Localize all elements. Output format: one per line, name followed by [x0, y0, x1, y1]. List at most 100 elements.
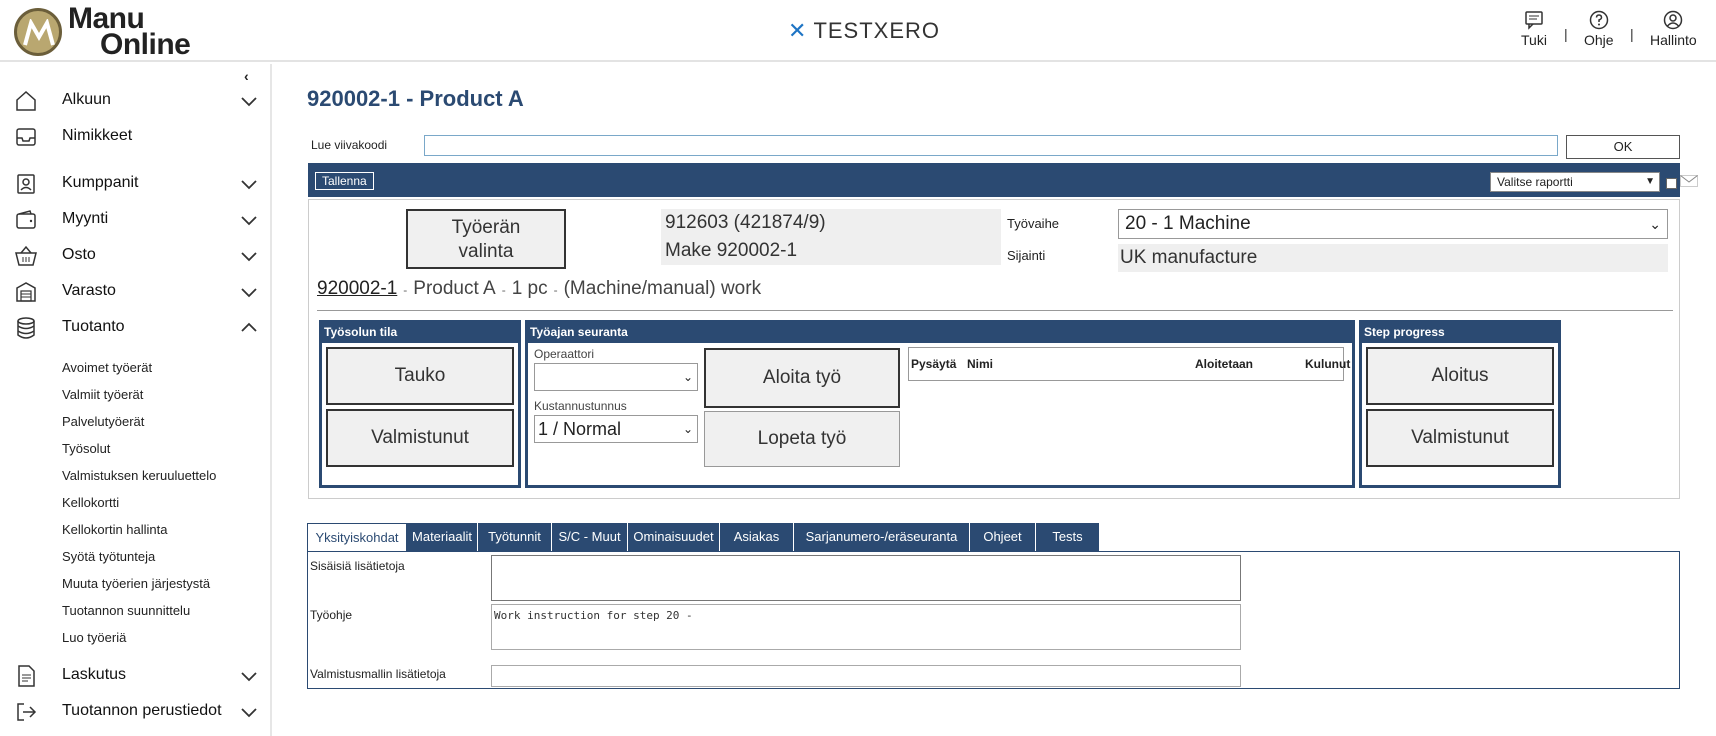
- chat-icon: [1525, 11, 1543, 30]
- sidebar-item-label: Tuotanto: [62, 318, 125, 335]
- email-checkbox[interactable]: [1666, 178, 1677, 189]
- column-header-name: Nimi: [967, 357, 994, 371]
- app-logo[interactable]: Manu Online: [14, 4, 224, 61]
- cell-status-box: Työsolun tila Tauko Valmistunut: [319, 320, 521, 488]
- question-icon: [1589, 10, 1609, 30]
- divider: [317, 310, 1673, 311]
- support-button[interactable]: Tuki: [1521, 10, 1547, 48]
- internal-info-textarea[interactable]: [491, 555, 1241, 601]
- phase-select[interactable]: 20 - 1 Machine ⌄: [1118, 209, 1668, 239]
- step-progress-box: Step progress Aloitus Valmistunut: [1359, 320, 1561, 488]
- sidebar-item-alkuun[interactable]: Alkuun: [0, 84, 272, 118]
- sidebar-item-osto[interactable]: Osto: [0, 239, 272, 273]
- sidebar-subitem-time-card-admin[interactable]: Kellokortin hallinta: [62, 522, 168, 537]
- sidebar-subitem-open-batches[interactable]: Avoimet työerät: [62, 360, 152, 375]
- work-instruction-textarea[interactable]: Work instruction for step 20 -: [491, 604, 1241, 650]
- sidebar-item-varasto[interactable]: Varasto: [0, 275, 272, 309]
- page-title: 920002-1 - Product A: [307, 86, 524, 111]
- toolbar: Tallenna Valitse raportti ▼: [308, 163, 1698, 197]
- chevron-down-icon: ⌄: [682, 422, 693, 436]
- make-reference: Make 920002-1: [661, 237, 1001, 265]
- model-info-field[interactable]: [491, 665, 1241, 687]
- pause-button[interactable]: Tauko: [326, 347, 514, 405]
- home-icon: [16, 90, 36, 111]
- tab-details[interactable]: Yksityiskohdat: [307, 523, 407, 551]
- chevron-down-icon[interactable]: [240, 175, 258, 193]
- sidebar-subitem-enter-hours[interactable]: Syötä työtunteja: [62, 549, 155, 564]
- tab-customer[interactable]: Asiakas: [720, 523, 794, 551]
- sidebar-item-kumppanit[interactable]: Kumppanit: [0, 167, 272, 201]
- operator-label: Operaattori: [534, 347, 595, 361]
- operator-select[interactable]: ⌄: [534, 363, 698, 391]
- chevron-down-icon[interactable]: [240, 703, 258, 721]
- sidebar-item-label: Nimikkeet: [62, 127, 133, 144]
- model-info-label: Valmistusmallin lisätietoja: [310, 667, 446, 681]
- sidebar-subitem-picking-list[interactable]: Valmistuksen keruuluettelo: [62, 468, 216, 483]
- sidebar: ‹ Alkuun Nimikkeet Kumppanit Myynti Osto…: [0, 64, 272, 736]
- order-reference: 912603 (421874/9): [661, 209, 1001, 237]
- tab-tests[interactable]: Tests: [1036, 523, 1100, 551]
- report-select[interactable]: Valitse raportti ▼: [1490, 172, 1660, 192]
- tab-serial-tracking[interactable]: Sarjanumero-/eräseuranta: [794, 523, 970, 551]
- sidebar-item-label: Osto: [62, 246, 96, 263]
- chevron-down-icon[interactable]: [240, 667, 258, 685]
- sidebar-subitem-service-batches[interactable]: Palvelutyöerät: [62, 414, 144, 429]
- chevron-down-icon[interactable]: [240, 211, 258, 229]
- tab-sc-other[interactable]: S/C - Muut: [552, 523, 628, 551]
- cost-code-select[interactable]: 1 / Normal ⌄: [534, 415, 698, 443]
- stop-work-button[interactable]: Lopeta työ: [704, 411, 900, 467]
- help-button[interactable]: Ohje: [1584, 10, 1614, 48]
- collapse-sidebar-icon[interactable]: ‹: [244, 68, 249, 84]
- inbox-icon: [16, 128, 36, 146]
- logo-line2: Online: [100, 28, 191, 61]
- sidebar-subitem-time-card[interactable]: Kellokortti: [62, 495, 119, 510]
- cell-status-title: Työsolun tila: [324, 325, 398, 339]
- sidebar-item-laskutus[interactable]: Laskutus: [0, 659, 272, 693]
- sidebar-item-nimikkeet[interactable]: Nimikkeet: [0, 120, 272, 154]
- main-content: 920002-1 - Product A Lue viivakoodi OK T…: [272, 64, 1716, 736]
- cell-done-button[interactable]: Valmistunut: [326, 409, 514, 467]
- sidebar-subitem-reorder-batches[interactable]: Muuta työerien järjestystä: [62, 576, 210, 591]
- user-icon: [1664, 10, 1683, 30]
- work-type: (Machine/manual) work: [563, 278, 762, 299]
- admin-button[interactable]: Hallinto: [1650, 10, 1697, 48]
- batch-select-button[interactable]: Työerän valinta: [406, 209, 566, 269]
- sidebar-item-label: Laskutus: [62, 666, 127, 683]
- chevron-down-icon[interactable]: [240, 92, 258, 110]
- tab-instructions[interactable]: Ohjeet: [970, 523, 1036, 551]
- tab-properties[interactable]: Ominaisuudet: [628, 523, 720, 551]
- step-done-button[interactable]: Valmistunut: [1366, 409, 1554, 467]
- work-code-link[interactable]: 920002-1: [317, 278, 397, 299]
- step-progress-title: Step progress: [1364, 325, 1445, 339]
- barcode-input[interactable]: [424, 135, 1558, 156]
- sidebar-item-tuotanto[interactable]: Tuotanto: [0, 311, 272, 345]
- sign-in-icon: [17, 703, 37, 721]
- contact-card-icon: [17, 174, 35, 194]
- sidebar-item-myynti[interactable]: Myynti: [0, 203, 272, 237]
- work-product: Product A: [413, 278, 496, 299]
- tab-work-hours[interactable]: Työtunnit: [478, 523, 552, 551]
- sidebar-subitem-create-batches[interactable]: Luo työeriä: [62, 630, 126, 645]
- chevron-down-icon[interactable]: [240, 247, 258, 265]
- ok-button[interactable]: OK: [1566, 135, 1680, 159]
- step-start-button[interactable]: Aloitus: [1366, 347, 1554, 405]
- logo-text: Manu Online: [68, 4, 191, 61]
- barcode-label: Lue viivakoodi: [311, 138, 388, 152]
- mail-icon[interactable]: [1680, 175, 1698, 187]
- work-separator: -: [501, 283, 506, 297]
- sidebar-subitem-production-planning[interactable]: Tuotannon suunnittelu: [62, 603, 190, 618]
- start-work-button[interactable]: Aloita työ: [704, 348, 900, 408]
- chevron-down-icon[interactable]: [240, 283, 258, 301]
- tab-materials[interactable]: Materiaalit: [407, 523, 478, 551]
- support-label: Tuki: [1521, 32, 1547, 48]
- sidebar-subitem-work-cells[interactable]: Työsolut: [62, 441, 110, 456]
- database-icon: [17, 317, 35, 339]
- work-quantity: 1 pc: [511, 278, 548, 299]
- phase-label: Työvaihe: [1007, 216, 1060, 231]
- sidebar-subitem-finished-batches[interactable]: Valmiit työerät: [62, 387, 143, 402]
- save-button[interactable]: Tallenna: [315, 172, 374, 190]
- sidebar-item-tuotannon-perustiedot[interactable]: Tuotannon perustiedot: [0, 695, 272, 729]
- warehouse-icon: [16, 282, 36, 302]
- chevron-up-icon[interactable]: [240, 319, 258, 337]
- column-header-elapsed: Kulunut: [1305, 357, 1351, 371]
